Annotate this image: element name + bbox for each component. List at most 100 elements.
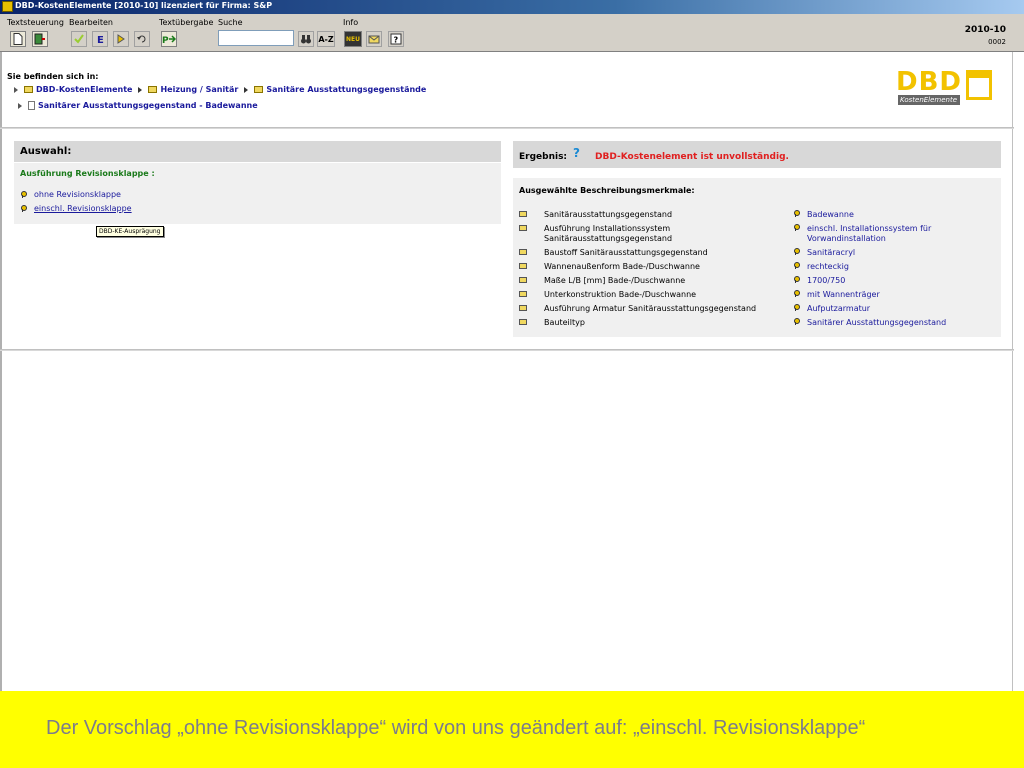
folder-icon xyxy=(519,249,527,255)
merkmal-value[interactable]: Aufputzarmatur xyxy=(807,304,870,314)
breadcrumb-title: Sie befinden sich in: xyxy=(7,72,99,81)
separator-arrow-icon xyxy=(138,86,143,93)
merkmal-label: Wannenaußenform Bade-/Duschwanne xyxy=(544,262,700,271)
separator-arrow-icon xyxy=(244,86,249,93)
edit-icon: E xyxy=(97,35,104,45)
expand-arrow-icon xyxy=(14,86,18,93)
merkmal-label: Maße L/B [mm] Bade-/Duschwanne xyxy=(544,276,686,285)
application-window: DBD-KostenElemente [2010-10] lizenziert … xyxy=(0,0,1024,768)
exit-button[interactable] xyxy=(32,31,48,47)
merkmal-value[interactable]: Sanitäracryl xyxy=(807,248,855,258)
divider xyxy=(0,127,1014,129)
merkmal-label: Ausführung Armatur Sanitärausstattungsge… xyxy=(544,304,757,313)
merkmal-label: Sanitärausstattungsgegenstand xyxy=(544,210,673,219)
help-question-icon[interactable]: ? xyxy=(573,146,580,160)
help-icon: ? xyxy=(390,33,402,45)
divider xyxy=(0,349,1014,351)
help-button[interactable]: ? xyxy=(388,31,404,47)
folder-icon xyxy=(24,86,33,93)
pin-icon xyxy=(793,276,800,283)
merkmal-label: Unterkonstruktion Bade-/Duschwanne xyxy=(544,290,697,299)
merkmale-heading: Ausgewählte Beschreibungsmerkmale: xyxy=(519,186,695,195)
pin-icon xyxy=(20,205,27,212)
pin-icon xyxy=(793,304,800,311)
forward-icon xyxy=(117,34,125,44)
ergebnis-label: Ergebnis: xyxy=(519,152,568,162)
binoculars-icon xyxy=(301,35,311,44)
merkmal-label: Ausführung Installationssystem xyxy=(544,224,671,233)
ergebnis-header: Ergebnis: ? DBD-Kostenelement ist unvoll… xyxy=(513,141,1001,168)
pin-icon xyxy=(793,224,800,231)
folder-icon xyxy=(148,86,158,93)
caption-banner: Der Vorschlag „ohne Revisionsklappe“ wir… xyxy=(0,691,1024,768)
folder-icon xyxy=(519,211,527,217)
logo-text: DBD xyxy=(896,67,962,97)
merkmal-label-line2: Sanitärausstattungsgegenstand xyxy=(544,234,673,243)
logo-box-icon xyxy=(966,70,992,100)
folder-icon xyxy=(519,225,527,231)
breadcrumb-current-row: Sanitärer Ausstattungsgegenstand - Badew… xyxy=(18,101,264,110)
merkmal-value[interactable]: mit Wannenträger xyxy=(807,290,880,300)
merkmal-value[interactable]: Badewanne xyxy=(807,210,854,220)
checkmark-icon xyxy=(74,34,84,44)
right-border xyxy=(1012,52,1013,692)
merkmal-value[interactable]: einschl. Installationssystem für xyxy=(807,224,931,234)
tooltip: DBD-KE-Ausprägung xyxy=(96,226,164,237)
exit-door-icon xyxy=(34,33,45,45)
check-button[interactable] xyxy=(71,31,87,47)
group-label-textsteuerung: Textsteuerung xyxy=(7,18,64,27)
option-label[interactable]: ohne Revisionsklappe xyxy=(34,190,121,199)
caption-text: Der Vorschlag „ohne Revisionsklappe“ wir… xyxy=(46,717,866,739)
pin-icon xyxy=(793,318,800,325)
pin-icon xyxy=(793,262,800,269)
svg-text:?: ? xyxy=(394,36,399,45)
breadcrumb-current[interactable]: Sanitärer Ausstattungsgegenstand - Badew… xyxy=(38,101,258,110)
merkmal-value[interactable]: 1700/750 xyxy=(807,276,845,286)
option-einschl-revisionsklappe[interactable]: einschl. Revisionsklappe xyxy=(20,204,132,213)
edit-button[interactable]: E xyxy=(92,31,108,47)
folder-icon xyxy=(254,86,264,93)
undo-button[interactable] xyxy=(134,31,150,47)
breadcrumb-link-sanitaere[interactable]: Sanitäre Ausstattungsgegenstände xyxy=(266,85,426,94)
news-button[interactable]: NEU xyxy=(344,31,362,47)
az-index-button[interactable]: A-Z xyxy=(317,31,335,47)
auswahl-header: Auswahl: xyxy=(14,141,501,162)
option-label[interactable]: einschl. Revisionsklappe xyxy=(34,204,132,213)
logo-subtext: KostenElemente xyxy=(898,95,960,105)
dbd-logo: DBD KostenElemente xyxy=(896,68,1000,108)
forward-button[interactable] xyxy=(113,31,129,47)
version-label: 2010-10 xyxy=(964,25,1006,35)
group-label-textuebergabe: Textübergabe xyxy=(159,18,214,27)
merkmal-label: Bauteiltyp xyxy=(544,318,585,327)
auswahl-panel: Ausführung Revisionsklappe : ohne Revisi… xyxy=(14,163,501,224)
breadcrumb-link-heizung[interactable]: Heizung / Sanitär xyxy=(160,85,238,94)
svg-text:E: E xyxy=(97,35,104,45)
merkmale-panel: Ausgewählte Beschreibungsmerkmale: Sanit… xyxy=(513,178,1001,337)
toolbar: Textsteuerung Bearbeiten Textübergabe Su… xyxy=(0,14,1024,52)
transfer-icon: P xyxy=(162,35,176,45)
envelope-icon xyxy=(368,35,380,44)
folder-icon xyxy=(519,291,527,297)
group-label-info: Info xyxy=(343,18,359,27)
folder-icon xyxy=(519,319,527,325)
breadcrumb-link-dbd[interactable]: DBD-KostenElemente xyxy=(36,85,132,94)
group-label-bearbeiten: Bearbeiten xyxy=(69,18,113,27)
window-title: DBD-KostenElemente [2010-10] lizenziert … xyxy=(15,1,273,10)
folder-icon xyxy=(519,277,527,283)
breadcrumb-path: DBD-KostenElemente Heizung / Sanitär San… xyxy=(14,85,432,94)
mail-button[interactable] xyxy=(366,31,382,47)
document-icon xyxy=(13,33,23,45)
new-document-button[interactable] xyxy=(10,31,26,47)
transfer-text-button[interactable]: P xyxy=(161,31,177,47)
pin-icon xyxy=(793,248,800,255)
left-border xyxy=(0,52,2,692)
option-ohne-revisionsklappe[interactable]: ohne Revisionsklappe xyxy=(20,190,121,199)
merkmal-value-line2[interactable]: Vorwandinstallation xyxy=(807,234,886,244)
search-button[interactable] xyxy=(298,31,314,47)
merkmal-value[interactable]: rechteckig xyxy=(807,262,849,272)
merkmal-value[interactable]: Sanitärer Ausstattungsgegenstand xyxy=(807,318,946,328)
breadcrumb: Sie befinden sich in: DBD-KostenElemente… xyxy=(0,56,1012,128)
pin-icon xyxy=(20,191,27,198)
search-input[interactable] xyxy=(218,30,294,46)
document-icon xyxy=(28,101,35,110)
